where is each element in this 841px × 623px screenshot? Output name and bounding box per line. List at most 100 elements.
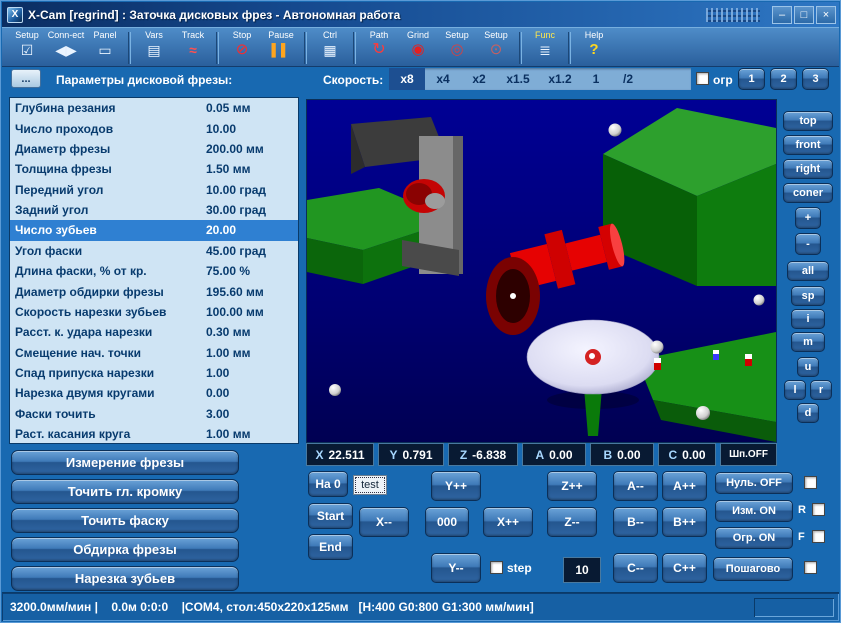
param-row[interactable]: Диаметр фрезы 200.00 мм (10, 139, 298, 159)
jog-c-plus-button[interactable]: C++ (662, 553, 707, 583)
toolbar-item-connect[interactable]: Conn-ect ◀▶ (47, 29, 85, 60)
jog-zero-button[interactable]: 000 (425, 507, 469, 537)
param-row[interactable]: Диаметр обдирки фрезы 195.60 мм (10, 281, 298, 301)
limit-checkbox[interactable] (696, 72, 709, 85)
toolbar-item-help[interactable]: Help? (575, 29, 613, 60)
param-row[interactable]: Расст. к. удара нарезки 0.30 мм (10, 322, 298, 342)
grind-main-edge-button[interactable]: Точить гл. кромку (11, 479, 239, 504)
view-front-button[interactable]: front (783, 135, 833, 155)
f-checkbox[interactable] (812, 530, 825, 543)
speed-option-1[interactable]: 1 (581, 68, 611, 90)
preset-3-button[interactable]: 3 (802, 68, 829, 90)
jog-z-minus-button[interactable]: Z-- (547, 507, 597, 537)
spindle-status[interactable]: Шп.OFF (720, 443, 777, 466)
toolbar-item-wheel-dress[interactable]: Setup ⊙ (477, 29, 515, 60)
zoom-out-button[interactable]: - (795, 233, 821, 255)
view-i-button[interactable]: i (791, 309, 825, 329)
zero-off-button[interactable]: Нуль. OFF (715, 472, 793, 494)
view-sp-button[interactable]: sp (791, 286, 825, 306)
zero-checkbox[interactable] (804, 476, 817, 489)
more-params-button[interactable]: ... (11, 69, 41, 88)
toolbar-item-stop[interactable]: Stop ⊘ (223, 29, 261, 60)
jog-z-plus-button[interactable]: Z++ (547, 471, 597, 501)
toolbar-item-vars[interactable]: Vars ▤ (135, 29, 173, 60)
step-mode-button[interactable]: Пошагово (713, 557, 793, 581)
grind-chamfer-button[interactable]: Точить фаску (11, 508, 239, 533)
jog-x-minus-button[interactable]: X-- (359, 507, 409, 537)
param-row[interactable]: Передний угол 10.00 град (10, 180, 298, 200)
speed-option-x2[interactable]: x2 (461, 68, 497, 90)
preset-1-button[interactable]: 1 (738, 68, 765, 90)
jog-x-plus-button[interactable]: X++ (483, 507, 533, 537)
toolbar-item-panel[interactable]: Panel ▭ (86, 29, 124, 60)
end-button[interactable]: End (308, 534, 353, 560)
jog-b-minus-button[interactable]: B-- (613, 507, 658, 537)
param-row[interactable]: Спад припуска нарезки 1.00 (10, 363, 298, 383)
jog-b-plus-button[interactable]: B++ (662, 507, 707, 537)
view-m-button[interactable]: m (791, 332, 825, 352)
param-row[interactable]: Нарезка двумя кругами 0.00 (10, 383, 298, 403)
toolbar-item-func[interactable]: Func ≣ (526, 29, 564, 60)
param-row[interactable]: Глубина резания 0.05 мм (10, 98, 298, 118)
toolbar-item-path[interactable]: Path ↻ (360, 29, 398, 60)
app-icon[interactable]: X (7, 6, 23, 23)
titlebar-pattern (706, 7, 760, 22)
param-row[interactable]: Смещение нач. точки 1.00 мм (10, 343, 298, 363)
view-right-button[interactable]: right (783, 159, 833, 179)
speed-option-x1-5[interactable]: x1.5 (497, 68, 539, 90)
ctrl-grid-icon: ▦ (323, 42, 337, 58)
step-value[interactable]: 10 (563, 557, 601, 583)
jog-c-minus-button[interactable]: C-- (613, 553, 658, 583)
param-row[interactable]: Толщина фрезы 1.50 мм (10, 159, 298, 179)
jog-y-plus-button[interactable]: Y++ (431, 471, 481, 501)
speed-option-x8[interactable]: x8 (389, 68, 425, 90)
toolbar-item-grind[interactable]: Grind ◉ (399, 29, 437, 60)
param-row[interactable]: Скорость нарезки зубьев 100.00 мм (10, 302, 298, 322)
toolbar-item-pause[interactable]: Pause ▌▌ (262, 29, 300, 60)
step-checkbox[interactable] (490, 561, 503, 574)
param-row[interactable]: Раст. касания круга 1.00 мм (10, 424, 298, 443)
toolbar-separator (216, 32, 219, 64)
jog-a-minus-button[interactable]: A-- (613, 471, 658, 501)
pan-down-button[interactable]: d (797, 403, 819, 423)
pan-up-button[interactable]: u (797, 357, 819, 377)
toolbar-item-wheel-setup[interactable]: Setup ◎ (438, 29, 476, 60)
measure-on-button[interactable]: Изм. ON (715, 500, 793, 522)
view-all-button[interactable]: all (787, 261, 829, 281)
toolbar-item-setup[interactable]: Setup ☑ (8, 29, 46, 60)
r-checkbox[interactable] (812, 503, 825, 516)
speed-option-x4[interactable]: x4 (425, 68, 461, 90)
param-row[interactable]: Угол фаски 45.00 град (10, 241, 298, 261)
cut-teeth-button[interactable]: Нарезка зубьев (11, 566, 239, 591)
test-button[interactable]: test (353, 475, 387, 495)
toolbar-item-track[interactable]: Track ≈ (174, 29, 212, 60)
param-row[interactable]: Фаски точить 3.00 (10, 404, 298, 424)
coord-a: A 0.00 (522, 443, 586, 466)
param-row-selected[interactable]: Число зубьев 20.00 (10, 220, 298, 241)
speed-option-half[interactable]: /2 (611, 68, 645, 90)
coord-y: Y 0.791 (378, 443, 444, 466)
limit-on-button[interactable]: Огр. ON (715, 527, 793, 549)
speed-option-x1-2[interactable]: x1.2 (539, 68, 581, 90)
close-button[interactable]: × (816, 5, 836, 24)
zoom-in-button[interactable]: + (795, 207, 821, 229)
jog-y-minus-button[interactable]: Y-- (431, 553, 481, 583)
rough-cutter-button[interactable]: Обдирка фрезы (11, 537, 239, 562)
jog-a-plus-button[interactable]: A++ (662, 471, 707, 501)
preset-2-button[interactable]: 2 (770, 68, 797, 90)
minimize-button[interactable]: – (772, 5, 792, 24)
view-corner-button[interactable]: coner (783, 183, 833, 203)
param-row[interactable]: Число проходов 10.00 (10, 118, 298, 138)
step-mode-checkbox[interactable] (804, 561, 817, 574)
start-button[interactable]: Start (308, 503, 353, 529)
pan-left-button[interactable]: l (784, 380, 806, 400)
view-3d[interactable] (306, 99, 777, 443)
param-row[interactable]: Задний угол 30.00 град (10, 200, 298, 220)
maximize-button[interactable]: □ (794, 5, 814, 24)
measure-cutter-button[interactable]: Измерение фрезы (11, 450, 239, 475)
view-top-button[interactable]: top (783, 111, 833, 131)
go-to-zero-button[interactable]: На 0 (308, 471, 348, 497)
param-row[interactable]: Длина фаски, % от кр. 75.00 % (10, 261, 298, 281)
toolbar-item-ctrl[interactable]: Ctrl ▦ (311, 29, 349, 60)
pan-right-button[interactable]: r (810, 380, 832, 400)
